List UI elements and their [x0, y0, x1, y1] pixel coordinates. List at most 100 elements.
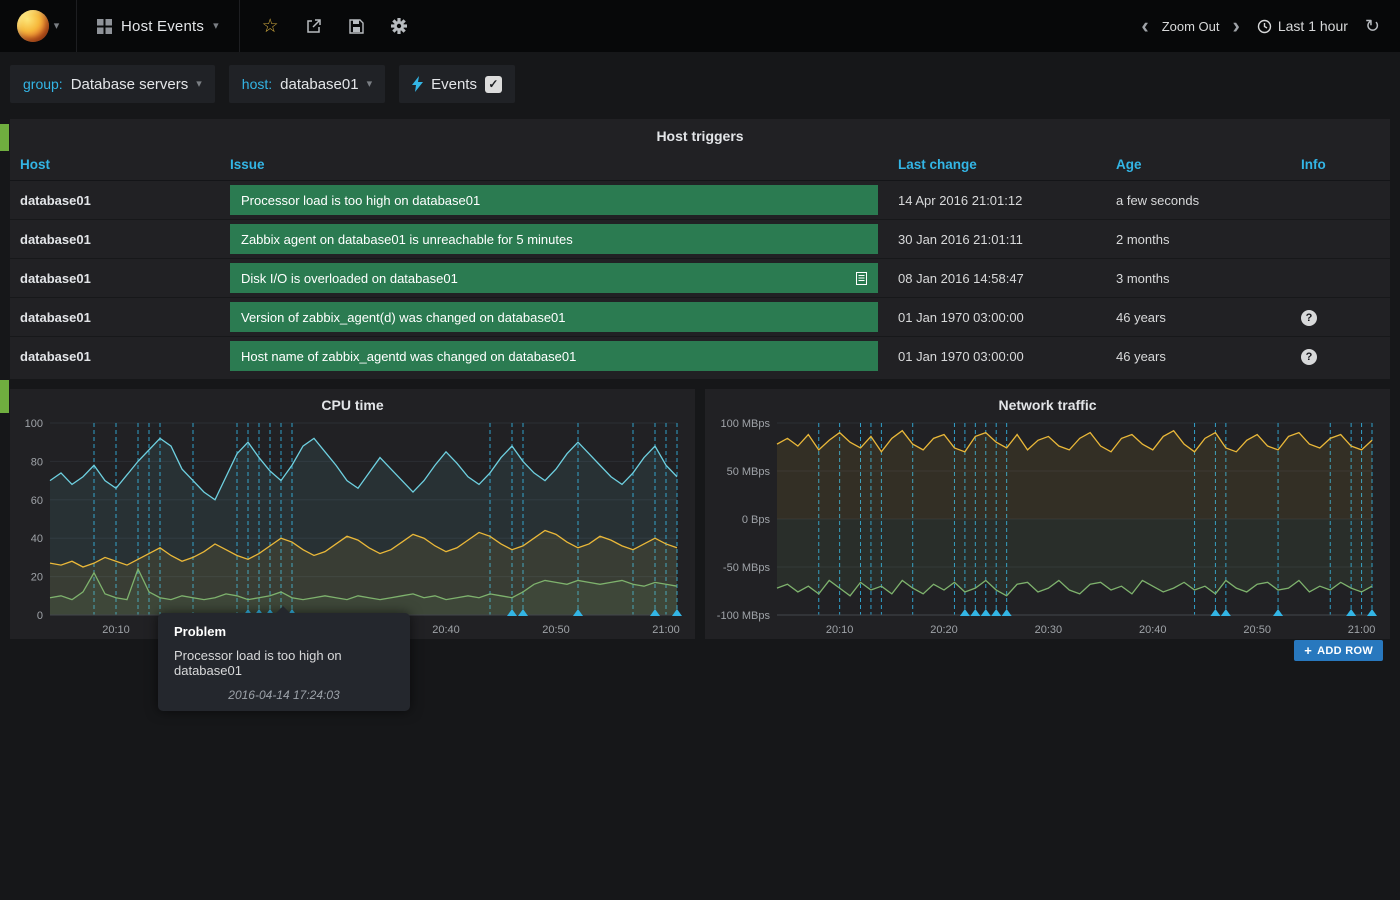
column-header-info[interactable]: Info [1291, 151, 1390, 181]
network-traffic-chart[interactable]: 100 MBps50 MBps0 Bps-50 MBps-100 MBps20:… [709, 415, 1386, 637]
acknowledge-document-icon[interactable] [856, 272, 867, 285]
network-traffic-panel: Network traffic 100 MBps50 MBps0 Bps-50 … [705, 389, 1390, 639]
table-header-row: Host Issue Last change Age Info [10, 151, 1390, 181]
last-change-cell: 30 Jan 2016 21:01:11 [888, 220, 1106, 259]
graphs-row: CPU time 02040608010020:1020:2020:3020:4… [10, 389, 1390, 639]
info-cell [1291, 181, 1390, 220]
host-cell: database01 [10, 298, 220, 337]
refresh-icon[interactable]: ↻ [1365, 16, 1380, 37]
column-header-last-change[interactable]: Last change [888, 151, 1106, 181]
issue-text: Disk I/O is overloaded on database01 [241, 271, 458, 286]
svg-text:80: 80 [31, 456, 43, 468]
issue-pill[interactable]: Host name of zabbix_agentd was changed o… [230, 341, 878, 371]
svg-text:21:00: 21:00 [1348, 624, 1376, 636]
svg-text:-100 MBps: -100 MBps [717, 610, 771, 622]
age-cell: a few seconds [1106, 181, 1291, 220]
age-cell: 3 months [1106, 259, 1291, 298]
save-icon[interactable] [349, 19, 364, 34]
question-circle-icon[interactable]: ? [1301, 349, 1317, 365]
time-shift-back-icon[interactable]: ‹ [1141, 15, 1148, 37]
variable-group-select[interactable]: group: Database servers ▾ [10, 65, 215, 103]
table-row: database01 Host name of zabbix_agentd wa… [10, 337, 1390, 376]
row-collapse-handle[interactable] [0, 380, 9, 413]
dashboard-actions: ☆ [240, 17, 429, 36]
panel-title[interactable]: Host triggers [10, 119, 1390, 151]
issue-pill[interactable]: Version of zabbix_agent(d) was changed o… [230, 302, 878, 332]
chevron-down-icon: ▾ [54, 21, 60, 32]
table-row: database01 Processor load is too high on… [10, 181, 1390, 220]
panel-title[interactable]: Network traffic [705, 389, 1390, 413]
table-row: database01 Version of zabbix_agent(d) wa… [10, 298, 1390, 337]
dashboard-grid-icon [97, 19, 112, 34]
row-collapse-handle[interactable] [0, 124, 9, 151]
navbar: ▾ Host Events ▾ ☆ ‹ Zoom Out › Last 1 ho… [0, 0, 1400, 52]
annotations-toggle[interactable]: Events ✓ [399, 65, 515, 103]
tooltip-text: Processor load is too high on database01 [158, 648, 410, 688]
time-controls: ‹ Zoom Out › Last 1 hour ↻ [1141, 15, 1400, 37]
table-row: database01 Zabbix agent on database01 is… [10, 220, 1390, 259]
host-triggers-table: Host Issue Last change Age Info database… [10, 151, 1390, 375]
info-cell: ? [1291, 298, 1390, 337]
age-cell: 46 years [1106, 298, 1291, 337]
column-header-host[interactable]: Host [10, 151, 220, 181]
add-row-label: ADD ROW [1317, 645, 1373, 657]
svg-text:0: 0 [37, 610, 43, 622]
variable-value: Database servers [71, 76, 189, 93]
variable-label: host: [242, 76, 272, 92]
svg-text:20:50: 20:50 [1243, 624, 1271, 636]
issue-pill[interactable]: Processor load is too high on database01 [230, 185, 878, 215]
svg-text:100 MBps: 100 MBps [720, 418, 770, 430]
question-circle-icon[interactable]: ? [1301, 310, 1317, 326]
last-change-cell: 08 Jan 2016 14:58:47 [888, 259, 1106, 298]
host-triggers-panel: Host triggers Host Issue Last change Age… [10, 119, 1390, 379]
variable-host-select[interactable]: host: database01 ▾ [229, 65, 385, 103]
grafana-menu-button[interactable]: ▾ [0, 0, 76, 52]
svg-text:50 MBps: 50 MBps [727, 466, 771, 478]
time-range-picker[interactable]: Last 1 hour [1253, 18, 1352, 34]
chevron-down-icon: ▾ [367, 79, 373, 90]
svg-text:40: 40 [31, 533, 43, 545]
share-icon[interactable] [306, 18, 322, 34]
annotations-label: Events [431, 76, 477, 93]
svg-text:20:40: 20:40 [432, 624, 460, 636]
time-shift-forward-icon[interactable]: › [1233, 15, 1240, 37]
column-header-issue[interactable]: Issue [220, 151, 888, 181]
panel-title[interactable]: CPU time [10, 389, 695, 413]
settings-gear-icon[interactable] [391, 18, 407, 34]
svg-text:0 Bps: 0 Bps [742, 514, 771, 526]
chevron-down-icon: ▾ [213, 21, 219, 32]
issue-text: Processor load is too high on database01 [241, 193, 480, 208]
host-cell: database01 [10, 181, 220, 220]
dashboard-picker[interactable]: Host Events ▾ [77, 0, 239, 52]
submenu: group: Database servers ▾ host: database… [0, 52, 1400, 119]
clock-icon [1257, 19, 1272, 34]
issue-pill[interactable]: Disk I/O is overloaded on database01 [230, 263, 878, 293]
cpu-time-panel: CPU time 02040608010020:1020:2020:3020:4… [10, 389, 695, 639]
cpu-time-chart[interactable]: 02040608010020:1020:2020:3020:4020:5021:… [14, 415, 691, 637]
svg-text:20:10: 20:10 [102, 624, 130, 636]
svg-text:60: 60 [31, 495, 43, 507]
age-cell: 2 months [1106, 220, 1291, 259]
issue-text: Zabbix agent on database01 is unreachabl… [241, 232, 573, 247]
last-change-cell: 01 Jan 1970 03:00:00 [888, 337, 1106, 376]
zoom-out-button[interactable]: Zoom Out [1162, 19, 1220, 34]
host-cell: database01 [10, 259, 220, 298]
last-change-cell: 14 Apr 2016 21:01:12 [888, 181, 1106, 220]
grafana-logo-icon [17, 10, 49, 42]
svg-text:20:30: 20:30 [1035, 624, 1063, 636]
events-checkbox[interactable]: ✓ [485, 76, 502, 93]
check-icon: ✓ [488, 78, 498, 90]
issue-pill[interactable]: Zabbix agent on database01 is unreachabl… [230, 224, 878, 254]
svg-text:20:50: 20:50 [542, 624, 570, 636]
plus-icon: + [1304, 644, 1312, 657]
star-icon[interactable]: ☆ [262, 17, 279, 36]
add-row-button[interactable]: + ADD ROW [1294, 640, 1383, 661]
variable-value: database01 [280, 76, 358, 93]
column-header-age[interactable]: Age [1106, 151, 1291, 181]
svg-text:20:40: 20:40 [1139, 624, 1167, 636]
svg-text:20: 20 [31, 572, 43, 584]
info-cell [1291, 259, 1390, 298]
info-cell [1291, 220, 1390, 259]
info-cell: ? [1291, 337, 1390, 376]
tooltip-title: Problem [158, 624, 410, 648]
